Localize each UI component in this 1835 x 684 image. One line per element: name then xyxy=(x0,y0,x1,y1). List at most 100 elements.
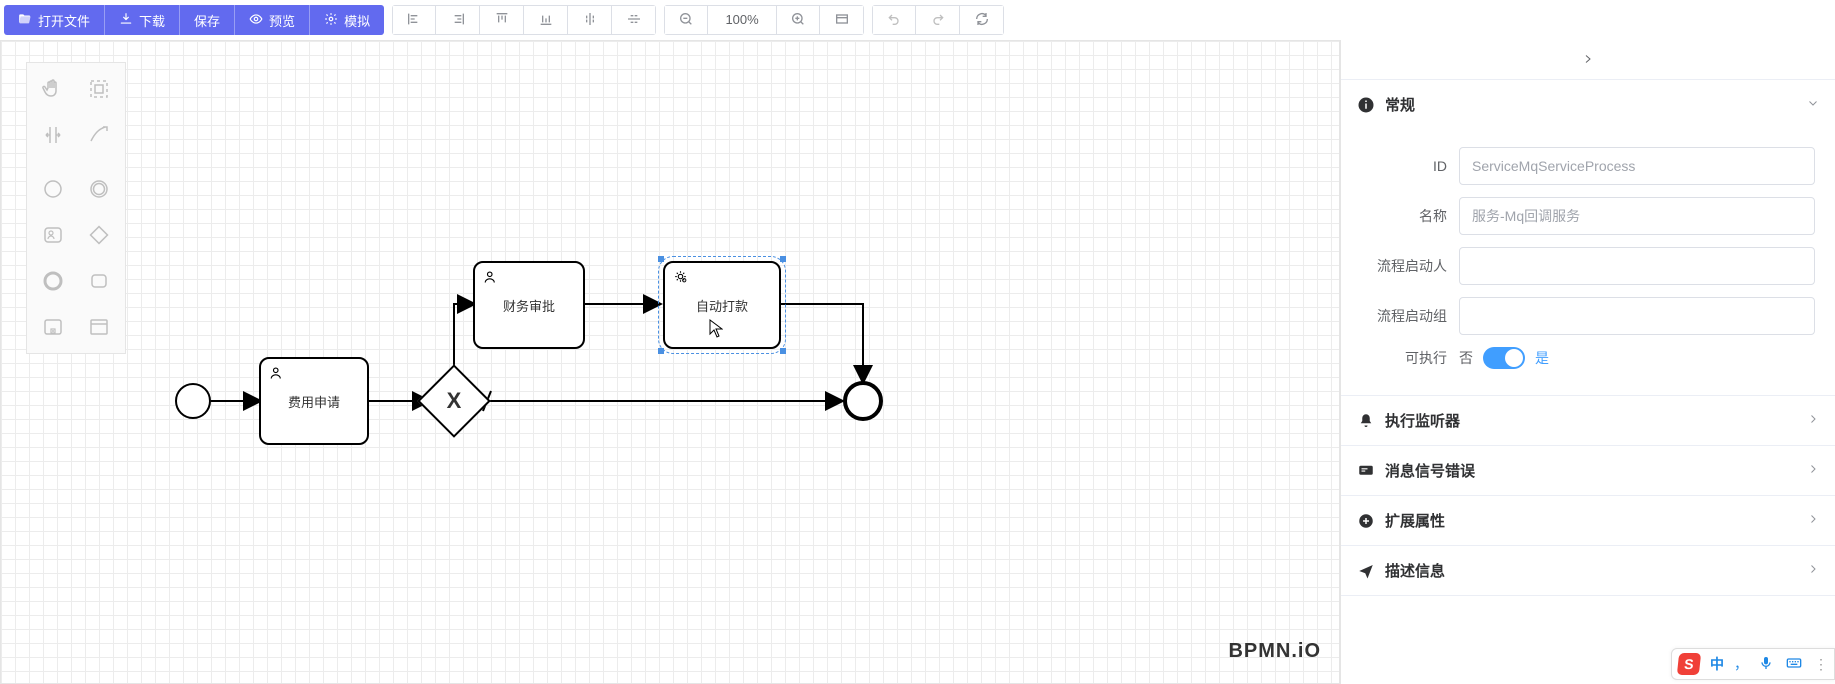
eye-icon xyxy=(249,12,263,28)
zoom-out-button[interactable] xyxy=(664,5,708,35)
zoom-out-icon xyxy=(678,11,694,29)
gateway-palette-icon[interactable] xyxy=(77,213,121,257)
hand-tool-icon[interactable] xyxy=(31,67,75,111)
ime-mic-icon[interactable] xyxy=(1758,655,1774,674)
subprocess-palette-icon[interactable] xyxy=(31,305,75,349)
preview-button[interactable]: 预览 xyxy=(234,5,309,35)
start-event-node[interactable] xyxy=(175,383,211,419)
fit-screen-icon xyxy=(834,11,850,29)
executable-switch[interactable] xyxy=(1483,347,1525,369)
align-hcenter-icon xyxy=(582,11,598,29)
field-name: 名称 xyxy=(1361,197,1815,235)
preview-label: 预览 xyxy=(269,11,295,30)
section-signal: 消息信号错误 xyxy=(1341,446,1835,496)
simulate-label: 模拟 xyxy=(344,11,370,30)
executable-toggle-row: 否 是 xyxy=(1459,347,1815,369)
align-left-button[interactable] xyxy=(392,5,436,35)
bell-icon xyxy=(1357,412,1375,430)
section-general-head[interactable]: 常规 xyxy=(1341,80,1835,129)
field-name-label: 名称 xyxy=(1361,206,1447,226)
section-signal-head[interactable]: 消息信号错误 xyxy=(1341,446,1835,495)
field-executable-label: 可执行 xyxy=(1361,348,1447,368)
user-icon xyxy=(269,365,287,386)
align-vcenter-icon xyxy=(626,11,642,29)
user-task-caiwu[interactable]: 财务审批 xyxy=(473,261,585,349)
end-event-node[interactable] xyxy=(843,381,883,421)
ime-more-icon[interactable]: ⋮ xyxy=(1814,656,1828,673)
primary-actions: 打开文件 下载 保存 预览 模拟 xyxy=(4,5,384,35)
end-event-palette-icon[interactable] xyxy=(31,259,75,303)
download-button[interactable]: 下载 xyxy=(104,5,179,35)
field-executable: 可执行 否 是 xyxy=(1361,347,1815,369)
data-object-palette-icon[interactable] xyxy=(77,305,121,349)
field-start-group-label: 流程启动组 xyxy=(1361,306,1447,326)
field-start-user-label: 流程启动人 xyxy=(1361,256,1447,276)
connect-tool-icon[interactable] xyxy=(77,113,121,157)
field-id: ID xyxy=(1361,147,1815,185)
watermark: BPMN.iO xyxy=(1228,640,1321,663)
simulate-button[interactable]: 模拟 xyxy=(309,5,384,35)
task2-label: 财务审批 xyxy=(503,296,555,315)
section-ext-head[interactable]: 扩展属性 xyxy=(1341,496,1835,545)
field-start-group-input[interactable] xyxy=(1459,297,1815,335)
palette xyxy=(26,62,126,354)
open-file-label: 打开文件 xyxy=(38,11,90,30)
ime-bar: S 中 ， ⋮ xyxy=(1671,648,1835,680)
field-name-input[interactable] xyxy=(1459,197,1815,235)
properties-panel: 常规 ID 名称 流程启动人 流程启动组 xyxy=(1340,40,1835,684)
toggle-yes-label: 是 xyxy=(1535,348,1549,368)
start-event-palette-icon[interactable] xyxy=(31,167,75,211)
task-palette-icon[interactable] xyxy=(77,259,121,303)
align-group xyxy=(392,5,656,35)
toggle-no-label: 否 xyxy=(1459,348,1473,368)
panel-collapse-toggle[interactable] xyxy=(1341,40,1835,80)
redo-icon xyxy=(930,11,946,29)
section-desc-label: 描述信息 xyxy=(1385,560,1445,581)
align-left-icon xyxy=(406,11,422,29)
main: 费用申请 X 财务审批 自动打款 xyxy=(0,40,1835,684)
folder-open-icon xyxy=(18,12,32,28)
space-tool-icon[interactable] xyxy=(31,113,75,157)
send-icon xyxy=(1357,562,1375,580)
section-ext: 扩展属性 xyxy=(1341,496,1835,546)
align-top-button[interactable] xyxy=(480,5,524,35)
diagram-canvas[interactable]: 费用申请 X 财务审批 自动打款 xyxy=(0,40,1340,684)
zoom-in-button[interactable] xyxy=(776,5,820,35)
align-bottom-button[interactable] xyxy=(524,5,568,35)
connectors xyxy=(1,41,1339,683)
refresh-button[interactable] xyxy=(960,5,1004,35)
field-start-user-input[interactable] xyxy=(1459,247,1815,285)
user-task-palette-icon[interactable] xyxy=(31,213,75,257)
section-desc-head[interactable]: 描述信息 xyxy=(1341,546,1835,595)
ime-lang[interactable]: 中 xyxy=(1710,654,1724,674)
chevron-down-icon xyxy=(1807,96,1819,113)
zoom-fit-button[interactable] xyxy=(820,5,864,35)
align-hcenter-button[interactable] xyxy=(568,5,612,35)
download-label: 下载 xyxy=(139,11,165,30)
intermediate-event-palette-icon[interactable] xyxy=(77,167,121,211)
align-top-icon xyxy=(494,11,510,29)
chevron-right-icon xyxy=(1582,52,1594,68)
section-listener-label: 执行监听器 xyxy=(1385,410,1460,431)
ime-keyboard-icon[interactable] xyxy=(1784,655,1804,674)
task1-label: 费用申请 xyxy=(288,392,340,411)
undo-button[interactable] xyxy=(872,5,916,35)
user-task-feiyong[interactable]: 费用申请 xyxy=(259,357,369,445)
chevron-right-icon xyxy=(1807,512,1819,529)
field-id-input[interactable] xyxy=(1459,147,1815,185)
lasso-tool-icon[interactable] xyxy=(77,67,121,111)
align-vcenter-button[interactable] xyxy=(612,5,656,35)
message-icon xyxy=(1357,462,1375,480)
exclusive-gateway-node[interactable]: X xyxy=(428,375,480,427)
save-button[interactable]: 保存 xyxy=(179,5,234,35)
section-general-body: ID 名称 流程启动人 流程启动组 可执行 xyxy=(1341,129,1835,395)
align-right-button[interactable] xyxy=(436,5,480,35)
chevron-right-icon xyxy=(1807,462,1819,479)
service-task-dakuan[interactable]: 自动打款 xyxy=(663,261,781,349)
plus-circle-icon xyxy=(1357,512,1375,530)
open-file-button[interactable]: 打开文件 xyxy=(4,5,104,35)
toolbar: 打开文件 下载 保存 预览 模拟 xyxy=(0,0,1835,40)
section-listener-head[interactable]: 执行监听器 xyxy=(1341,396,1835,445)
redo-button[interactable] xyxy=(916,5,960,35)
align-right-icon xyxy=(450,11,466,29)
